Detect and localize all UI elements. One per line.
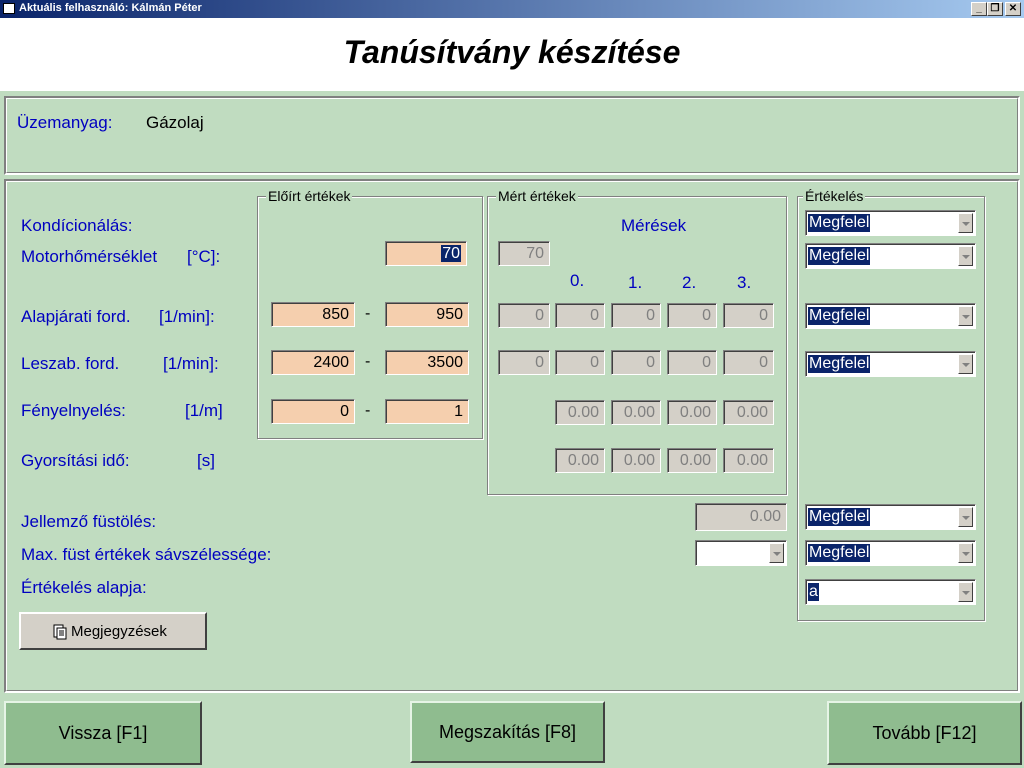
cutoff-speed-measured-1: 0	[611, 350, 661, 375]
idle-speed-evaluation-select[interactable]: Megfelel	[805, 303, 976, 329]
engine-temp-evaluation-value: Megfelel	[808, 247, 871, 265]
evaluation-basis-select[interactable]: a	[805, 579, 976, 605]
idle-speed-label: Alapjárati ford.	[21, 307, 131, 326]
absorption-label: Fényelnyelés:	[21, 401, 126, 420]
restore-button[interactable]: ❐	[987, 2, 1003, 16]
measurement-col-0: 0.	[570, 271, 585, 290]
window-title: Aktuális felhasználó: Kálmán Péter	[19, 2, 202, 14]
notes-button[interactable]: Megjegyzések	[19, 612, 207, 650]
chevron-down-icon[interactable]	[958, 246, 973, 266]
bandwidth-evaluation-select[interactable]: Megfelel	[805, 540, 976, 566]
accel-time-measured-1: 0.00	[611, 448, 661, 473]
fuel-panel: Üzemanyag: Gázolaj	[4, 96, 1020, 175]
back-button[interactable]: Vissza [F1]	[4, 701, 202, 765]
chevron-down-icon[interactable]	[769, 543, 784, 563]
next-button[interactable]: Tovább [F12]	[827, 701, 1022, 765]
smoke-evaluation-select[interactable]: Megfelel	[805, 504, 976, 530]
absorption-measured-1: 0.00	[611, 400, 661, 425]
absorption-max-input[interactable]: 1	[385, 399, 469, 424]
absorption-min-input[interactable]: 0	[271, 399, 355, 424]
cutoff-speed-unit: [1/min]:	[163, 354, 219, 373]
abort-button[interactable]: Megszakítás [F8]	[410, 701, 605, 763]
conditioning-label: Kondícionálás:	[21, 216, 133, 235]
smoke-value-field: 0.00	[695, 503, 787, 531]
absorption-measured-0: 0.00	[555, 400, 605, 425]
measurements-title: Mérések	[621, 216, 687, 235]
chevron-down-icon[interactable]	[958, 543, 973, 563]
idle-speed-evaluation-value: Megfelel	[808, 307, 871, 325]
cutoff-speed-max-input[interactable]: 3500	[385, 350, 469, 375]
evaluation-basis-label: Értékelés alapja:	[21, 578, 147, 597]
cutoff-speed-dash: -	[365, 353, 371, 370]
cutoff-speed-measured-main: 0	[498, 350, 550, 375]
window-title-bar[interactable]: Aktuális felhasználó: Kálmán Péter _ ❐ ✕	[0, 0, 1024, 18]
idle-speed-measured-2: 0	[667, 303, 717, 328]
chevron-down-icon[interactable]	[958, 354, 973, 374]
chevron-down-icon[interactable]	[958, 306, 973, 326]
idle-speed-min-input[interactable]: 850	[271, 302, 355, 327]
chevron-down-icon[interactable]	[958, 582, 973, 602]
absorption-measured-2: 0.00	[667, 400, 717, 425]
app-icon	[3, 3, 15, 14]
idle-speed-max-input[interactable]: 950	[385, 302, 469, 327]
measured-values-legend: Mért értékek	[496, 188, 578, 204]
cutoff-speed-measured-0: 0	[555, 350, 605, 375]
absorption-measured-3: 0.00	[723, 400, 774, 425]
minimize-button[interactable]: _	[971, 2, 987, 16]
measurement-col-1: 1.	[628, 273, 643, 292]
fuel-label: Üzemanyag:	[17, 113, 113, 132]
cutoff-speed-evaluation-value: Megfelel	[808, 355, 871, 373]
conditioning-evaluation-value: Megfelel	[808, 214, 871, 232]
engine-temp-measured-field: 70	[498, 241, 550, 266]
measurement-col-3: 3.	[737, 273, 752, 292]
smoke-evaluation-value: Megfelel	[808, 508, 871, 526]
prescribed-values-legend: Előírt értékek	[266, 188, 353, 204]
chevron-down-icon[interactable]	[958, 507, 973, 527]
smoke-label: Jellemző füstölés:	[21, 512, 157, 531]
idle-speed-measured-1: 0	[611, 303, 661, 328]
accel-time-measured-0: 0.00	[555, 448, 605, 473]
cutoff-speed-measured-3: 0	[723, 350, 774, 375]
measurement-col-2: 2.	[682, 273, 697, 292]
bandwidth-value-select[interactable]	[695, 540, 787, 566]
engine-temp-prescribed-value: 70	[441, 245, 461, 262]
idle-speed-dash: -	[365, 305, 371, 322]
engine-temp-label: Motorhőmérséklet	[21, 247, 158, 266]
idle-speed-measured-0: 0	[555, 303, 605, 328]
notes-icon	[53, 624, 67, 640]
chevron-down-icon[interactable]	[958, 213, 973, 233]
accel-time-measured-2: 0.00	[667, 448, 717, 473]
accel-time-unit: [s]	[197, 451, 215, 470]
cutoff-speed-measured-2: 0	[667, 350, 717, 375]
absorption-dash: -	[365, 402, 371, 419]
page-header: Tanúsítvány készítése	[0, 18, 1024, 91]
accel-time-measured-3: 0.00	[723, 448, 774, 473]
evaluation-legend: Értékelés	[803, 188, 866, 204]
absorption-unit: [1/m]	[185, 401, 223, 420]
idle-speed-measured-3: 0	[723, 303, 774, 328]
engine-temp-evaluation-select[interactable]: Megfelel	[805, 243, 976, 269]
bandwidth-value	[698, 544, 700, 562]
accel-time-label: Gyorsítási idő:	[21, 451, 130, 470]
engine-temp-prescribed-input[interactable]: 70	[385, 241, 467, 266]
idle-speed-measured-main: 0	[498, 303, 550, 328]
page-title: Tanúsítvány készítése	[343, 34, 681, 70]
cutoff-speed-min-input[interactable]: 2400	[271, 350, 355, 375]
cutoff-speed-label: Leszab. ford.	[21, 354, 120, 373]
fuel-value: Gázolaj	[146, 113, 204, 132]
close-button[interactable]: ✕	[1005, 2, 1021, 16]
engine-temp-unit: [°C]:	[187, 247, 221, 266]
cutoff-speed-evaluation-select[interactable]: Megfelel	[805, 351, 976, 377]
bandwidth-label: Max. füst értékek sávszélessége:	[21, 545, 272, 564]
idle-speed-unit: [1/min]:	[159, 307, 215, 326]
bandwidth-evaluation-value: Megfelel	[808, 544, 871, 562]
evaluation-basis-value: a	[808, 583, 819, 601]
conditioning-evaluation-select[interactable]: Megfelel	[805, 210, 976, 236]
notes-button-label: Megjegyzések	[71, 623, 167, 640]
